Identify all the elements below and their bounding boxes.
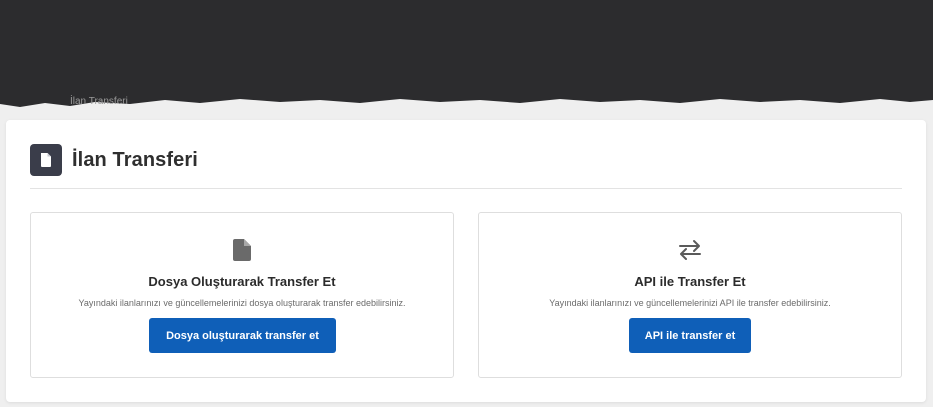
page-header: İlan Transferi bbox=[30, 144, 198, 176]
api-transfer-button[interactable]: API ile transfer et bbox=[629, 318, 751, 353]
file-icon bbox=[31, 239, 453, 263]
page-title: İlan Transferi bbox=[72, 148, 198, 171]
document-icon bbox=[30, 144, 62, 176]
transfer-arrows-icon bbox=[479, 239, 901, 263]
breadcrumb: İlan Transferi bbox=[70, 96, 128, 107]
file-transfer-card: Dosya Oluşturarak Transfer Et Yayındaki … bbox=[30, 212, 454, 378]
file-transfer-title: Dosya Oluşturarak Transfer Et bbox=[148, 274, 336, 289]
api-transfer-title: API ile Transfer Et bbox=[634, 274, 746, 289]
file-transfer-button[interactable]: Dosya oluşturarak transfer et bbox=[149, 318, 336, 353]
breadcrumb-current: İlan Transferi bbox=[70, 96, 128, 107]
api-transfer-description: Yayındaki ilanlarınızı ve güncellemeleri… bbox=[549, 298, 831, 308]
file-transfer-description: Yayındaki ilanlarınızı ve güncellemeleri… bbox=[78, 298, 406, 308]
torn-edge-decoration bbox=[0, 99, 933, 114]
transfer-panel: İlan Transferi Dosya Oluşturarak Transfe… bbox=[6, 120, 926, 402]
header-divider bbox=[30, 188, 902, 189]
api-transfer-card: API ile Transfer Et Yayındaki ilanlarını… bbox=[478, 212, 902, 378]
